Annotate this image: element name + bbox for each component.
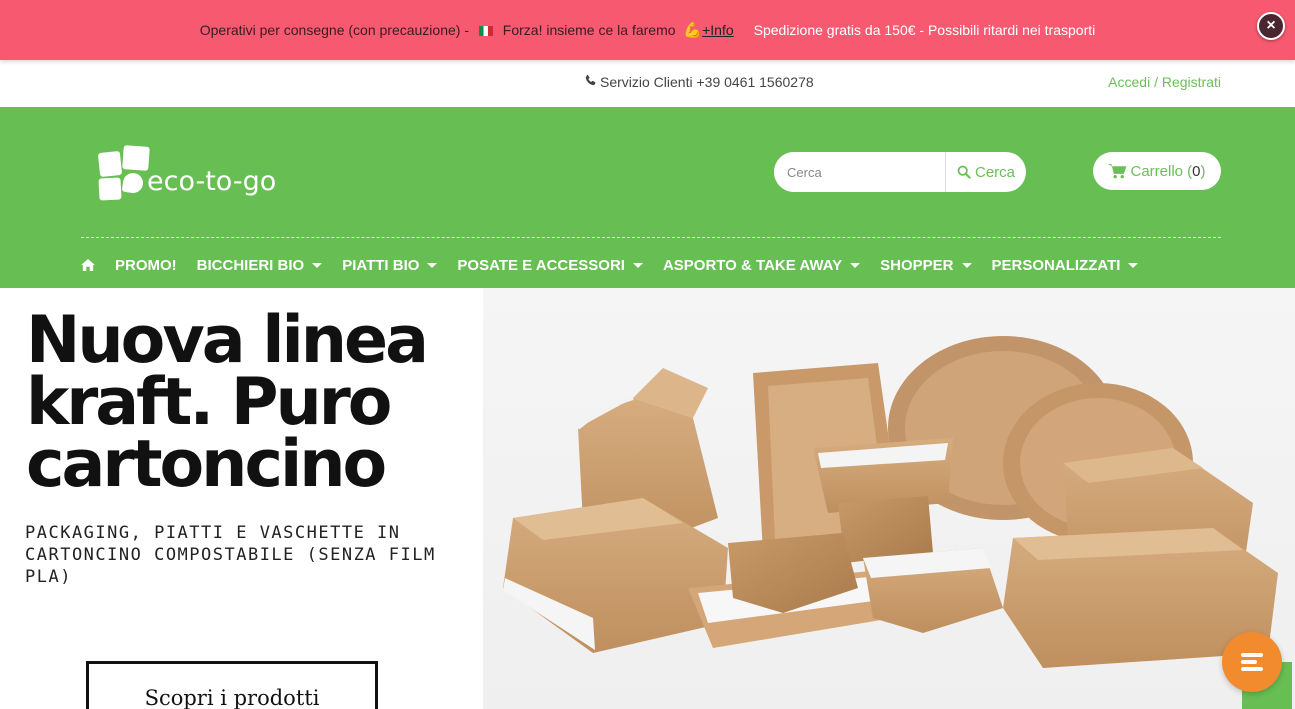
nav-item-label: SHOPPER [880, 256, 954, 274]
italy-flag-icon [478, 26, 493, 36]
cart-icon [1108, 163, 1127, 179]
close-announcement-button[interactable]: × [1257, 12, 1285, 40]
logo-text: eco-to-go [147, 165, 277, 197]
cart-label-close: ) [1200, 162, 1206, 180]
nav-item-piatti-bio[interactable]: PIATTI BIO [342, 256, 438, 274]
nav-item-posate-accessori[interactable]: POSATE E ACCESSORI [457, 257, 643, 274]
service-phone-text: Servizio Clienti +39 0461 1560278 [600, 74, 814, 90]
logo-mark-icon [97, 145, 153, 202]
hero-text-panel: Nuova linea kraft. Puro cartoncino PACKA… [0, 288, 483, 709]
nav-item-label: BICCHIERI BIO [196, 256, 305, 274]
info-link[interactable]: +Info [702, 22, 734, 38]
nav-item-personalizzati[interactable]: PERSONALIZZATI [992, 257, 1139, 274]
caret-down-icon [632, 262, 643, 268]
nav-item-label: ASPORTO & TAKE AWAY [662, 256, 843, 274]
caret-down-icon [427, 262, 438, 268]
nav-item-label: PERSONALIZZATI [991, 256, 1121, 274]
search-bar: Cerca [774, 152, 1026, 192]
caret-down-icon [850, 262, 861, 268]
shipping-notice: Spedizione gratis da 150€ - Possibili ri… [753, 22, 1096, 38]
logo[interactable]: eco-to-go [97, 144, 292, 204]
customer-service: Servizio Clienti +39 0461 1560278 [584, 74, 814, 90]
hero-product-image [483, 288, 1295, 709]
phone-icon [584, 74, 597, 90]
caret-down-icon [312, 262, 323, 268]
announcement-message: Operativi per consegne (con precauzione)… [199, 22, 473, 38]
caret-down-icon [961, 262, 972, 268]
search-button-label: Cerca [974, 163, 1015, 181]
caret-down-icon [1128, 262, 1139, 268]
kraft-packaging-illustration [503, 336, 1278, 668]
chat-icon [1241, 650, 1263, 674]
cart-button[interactable]: Carrello (0) [1093, 152, 1221, 190]
main-nav: PROMO! BICCHIERI BIO PIATTI BIO POSATE E… [81, 255, 1158, 275]
search-button[interactable]: Cerca [946, 152, 1026, 192]
header-divider [81, 237, 1221, 238]
discover-products-button[interactable]: Scopri i prodotti [86, 661, 378, 709]
close-icon: × [1266, 17, 1276, 34]
cart-label: Carrello ( [1130, 162, 1193, 180]
site-header: eco-to-go Cerca Carrello (0) PROMO! BICC… [0, 107, 1295, 288]
login-register-link[interactable]: Accedi / Registrati [1108, 74, 1221, 90]
nav-item-asporto[interactable]: ASPORTO & TAKE AWAY [662, 256, 861, 274]
search-icon [957, 165, 971, 179]
nav-item-shopper[interactable]: SHOPPER [880, 256, 972, 274]
announcement-bar: Operativi per consegne (con precauzione)… [0, 0, 1295, 60]
announcement-text: Operativi per consegne (con precauzione)… [200, 21, 734, 39]
nav-item-label: PIATTI BIO [342, 256, 420, 274]
nav-item-promo[interactable]: PROMO! [115, 257, 177, 274]
hero-subtitle: PACKAGING, PIATTI E VASCHETTE IN CARTONC… [25, 523, 436, 587]
search-input[interactable] [774, 152, 946, 192]
nav-item-label: POSATE E ACCESSORI [457, 256, 625, 274]
cart-count: 0 [1192, 162, 1201, 180]
hero-banner: Nuova linea kraft. Puro cartoncino PACKA… [0, 288, 1295, 709]
chat-button[interactable] [1222, 632, 1282, 692]
top-bar: Servizio Clienti +39 0461 1560278 Accedi… [0, 60, 1295, 107]
nav-item-label: PROMO! [115, 256, 177, 274]
home-icon [81, 259, 95, 271]
announcement-message-2: Forza! insieme ce la faremo [498, 22, 680, 38]
flexed-arm-icon: 💪 [683, 22, 703, 39]
hero-title: Nuova linea kraft. Puro cartoncino [26, 303, 429, 502]
home-link[interactable] [81, 259, 95, 271]
nav-item-bicchieri-bio[interactable]: BICCHIERI BIO [197, 257, 323, 274]
